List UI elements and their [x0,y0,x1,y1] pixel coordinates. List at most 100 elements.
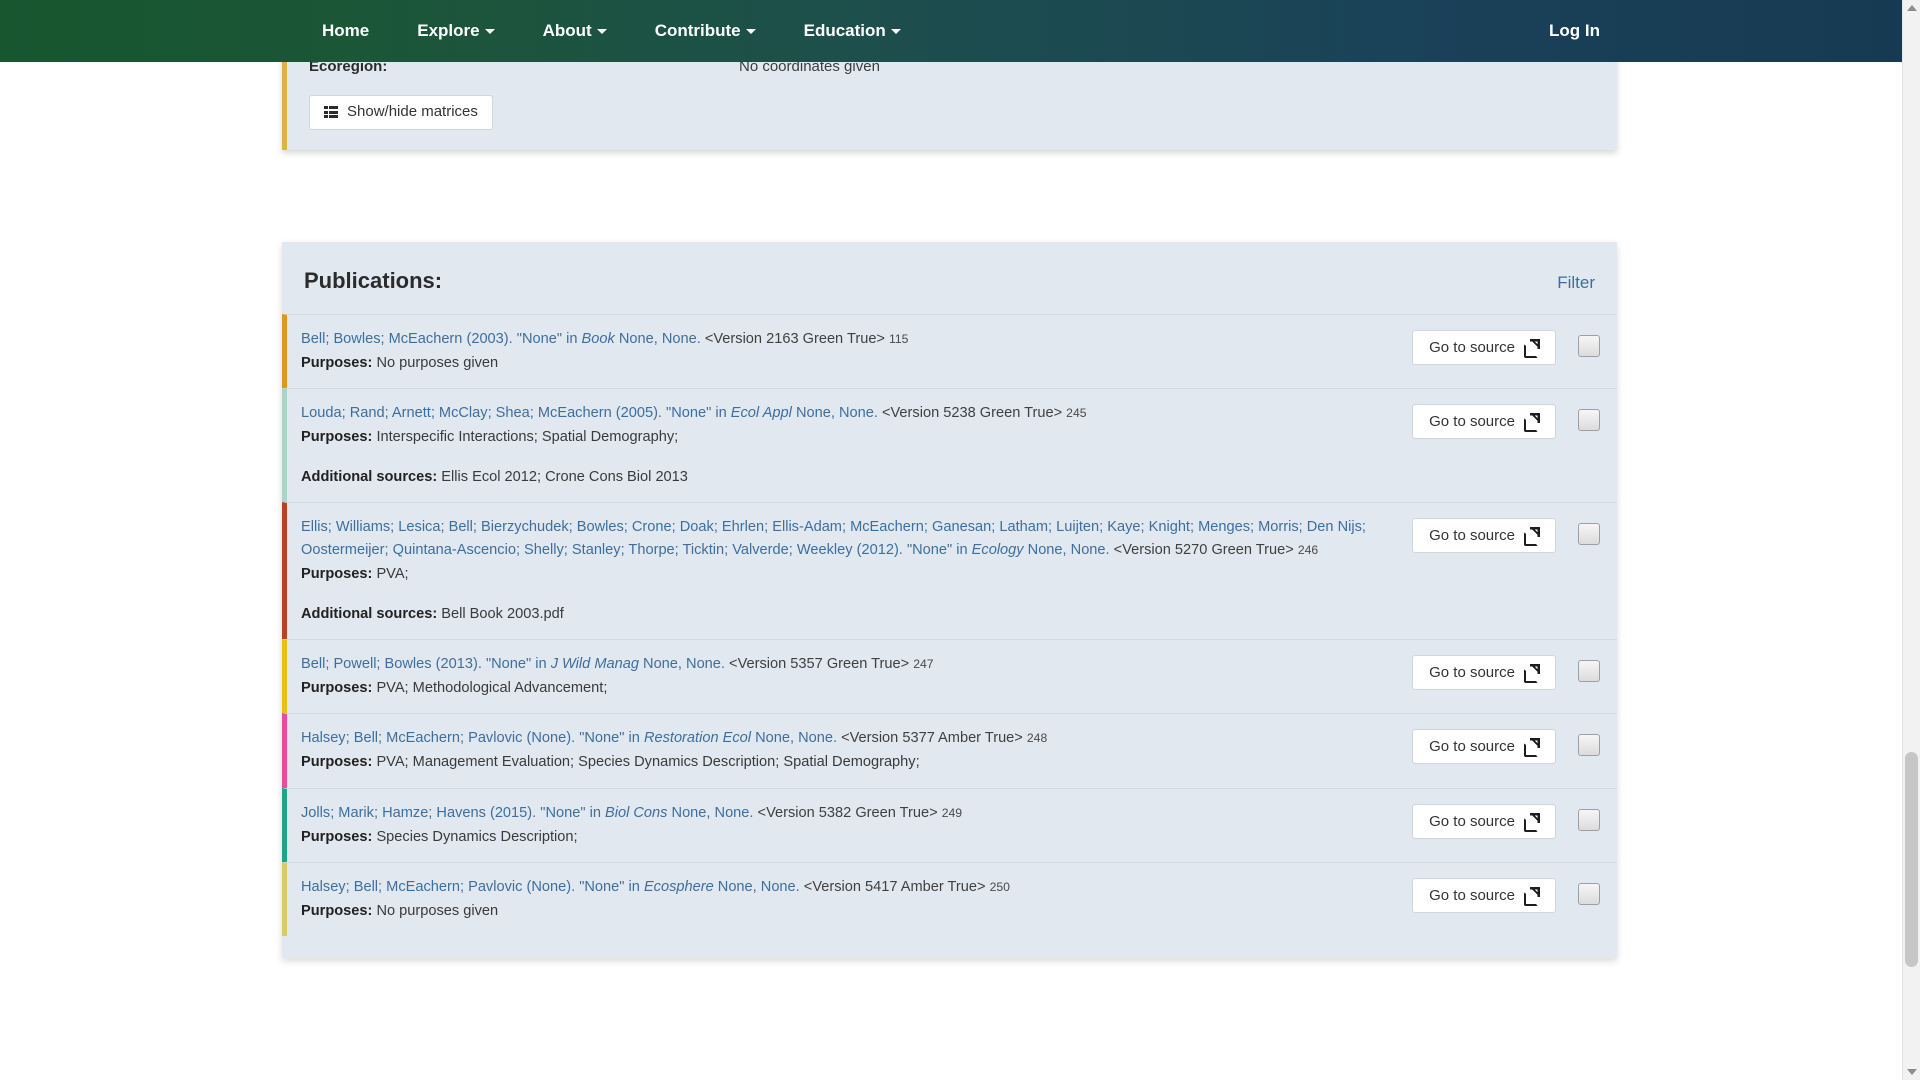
publication-purposes: Purposes: No purposes given [301,900,1370,923]
go-to-source-button[interactable]: Go to source [1412,729,1556,764]
go-to-source-button[interactable]: Go to source [1412,330,1556,365]
external-link-icon [1524,528,1539,543]
scrollbar-thumb[interactable] [1905,752,1918,967]
purposes-value: No purposes given [376,903,498,919]
publication-body: Louda; Rand; Arnett; McClay; Shea; McEac… [301,402,1388,489]
publications-header: Publications: Filter [282,242,1617,314]
publication-actions: Go to source [1388,876,1603,913]
publication-journal-tail: None, None. [672,805,754,821]
publication-select-checkbox[interactable] [1578,809,1600,831]
nav-right: Log In [1525,0,1624,62]
scroll-up-arrow-icon[interactable] [1903,0,1920,18]
publication-in-word: in [715,405,726,421]
publication-authors: Bell; Bowles; McEachern (2003). [301,331,513,347]
chevron-down-icon [891,29,901,34]
publication-actions: Go to source [1388,653,1603,690]
publication-journal-tail: None, None. [755,730,837,746]
publications-panel: Publications: Filter Bell; Bowles; McEac… [282,242,1617,958]
publication-select-checkbox[interactable] [1578,883,1600,905]
purposes-value: PVA; Management Evaluation; Species Dyna… [376,754,919,770]
publication-in-word: in [629,879,640,895]
publication-body: Jolls; Marik; Hamze; Havens (2015). "Non… [301,802,1388,849]
publication-row: Louda; Rand; Arnett; McClay; Shea; McEac… [282,388,1617,502]
publication-row: Ellis; Williams; Lesica; Bell; Bierzychu… [282,502,1617,639]
publication-body: Bell; Bowles; McEachern (2003). "None" i… [301,328,1388,375]
purposes-value: Species Dynamics Description; [376,829,577,845]
nav-item-contribute[interactable]: Contribute [631,0,780,62]
publication-journal: Ecology [972,542,1024,558]
publication-purposes: Purposes: PVA; Management Evaluation; Sp… [301,751,1370,774]
publication-version: <Version 5377 Amber True> [841,730,1023,746]
publication-citation[interactable]: Halsey; Bell; McEachern; Pavlovic (None)… [301,876,1370,899]
publication-version: <Version 5382 Green True> [758,805,938,821]
list-icon [324,106,338,118]
publication-select-checkbox[interactable] [1578,734,1600,756]
publication-select-checkbox[interactable] [1578,335,1600,357]
purposes-label: Purposes: [301,566,372,582]
publication-citation[interactable]: Bell; Bowles; McEachern (2003). "None" i… [301,328,1370,351]
additional-sources-label: Additional sources: [301,606,437,622]
publication-actions: Go to source [1388,727,1603,764]
external-link-icon [1524,665,1539,680]
external-link-icon [1524,340,1539,355]
go-to-source-label: Go to source [1429,413,1515,430]
publication-authors: Bell; Powell; Bowles (2013). [301,656,482,672]
publication-row: Bell; Powell; Bowles (2013). "None" in J… [282,639,1617,713]
publication-citation[interactable]: Bell; Powell; Bowles (2013). "None" in J… [301,653,1370,676]
publication-citation[interactable]: Louda; Rand; Arnett; McClay; Shea; McEac… [301,402,1370,425]
publication-additional-sources: Additional sources: Ellis Ecol 2012; Cro… [301,466,1370,489]
nav-item-education[interactable]: Education [780,0,925,62]
ecoregion-row: Ecoregion: No coordinates given [287,62,1617,87]
publication-purposes: Purposes: No purposes given [301,352,1370,375]
go-to-source-label: Go to source [1429,664,1515,681]
go-to-source-button[interactable]: Go to source [1412,404,1556,439]
publication-in-word: in [590,805,601,821]
publication-quoted-title: "None" [517,331,562,347]
publication-in-word: in [629,730,640,746]
purposes-label: Purposes: [301,903,372,919]
go-to-source-button[interactable]: Go to source [1412,655,1556,690]
publication-journal: Book [582,331,615,347]
nav-item-contribute-label: Contribute [655,21,741,40]
go-to-source-label: Go to source [1429,527,1515,544]
nav-item-explore[interactable]: Explore [393,0,518,62]
nav-links: Home Explore About Contribute Education [298,0,925,62]
publication-journal-tail: None, None. [1028,542,1110,558]
publication-citation[interactable]: Halsey; Bell; McEachern; Pavlovic (None)… [301,727,1370,750]
publication-quoted-title: "None" [579,879,624,895]
purposes-value: PVA; [376,566,408,582]
additional-sources-value: Ellis Ecol 2012; Crone Cons Biol 2013 [441,469,688,485]
publication-purposes: Purposes: PVA; Methodological Advancemen… [301,677,1370,700]
publication-citation[interactable]: Ellis; Williams; Lesica; Bell; Bierzychu… [301,516,1370,562]
login-button[interactable]: Log In [1525,0,1624,62]
publication-version: <Version 5270 Green True> [1114,542,1294,558]
filter-link[interactable]: Filter [1557,273,1595,293]
purposes-value: Interspecific Interactions; Spatial Demo… [376,429,678,445]
publication-select-checkbox[interactable] [1578,660,1600,682]
show-hide-matrices-button[interactable]: Show/hide matrices [309,95,493,130]
publication-select-checkbox[interactable] [1578,409,1600,431]
publication-body: Ellis; Williams; Lesica; Bell; Bierzychu… [301,516,1388,626]
nav-item-about[interactable]: About [519,0,631,62]
publication-select-checkbox[interactable] [1578,523,1600,545]
top-navigation-bar: Home Explore About Contribute Education … [0,0,1920,62]
go-to-source-button[interactable]: Go to source [1412,518,1556,553]
publication-purposes: Purposes: Species Dynamics Description; [301,826,1370,849]
publication-journal: Ecol Appl [731,405,792,421]
publication-version-id: 249 [942,806,962,820]
nav-item-home[interactable]: Home [298,0,393,62]
page-scrollbar[interactable] [1902,0,1920,1080]
scroll-down-arrow-icon[interactable] [1903,1062,1920,1080]
additional-sources-label: Additional sources: [301,469,437,485]
publication-body: Halsey; Bell; McEachern; Pavlovic (None)… [301,727,1388,774]
publication-additional-sources: Additional sources: Bell Book 2003.pdf [301,603,1370,626]
publication-citation[interactable]: Jolls; Marik; Hamze; Havens (2015). "Non… [301,802,1370,825]
publication-authors: Halsey; Bell; McEachern; Pavlovic (None)… [301,730,575,746]
go-to-source-button[interactable]: Go to source [1412,878,1556,913]
publication-purposes: Purposes: Interspecific Interactions; Sp… [301,426,1370,449]
nav-item-home-label: Home [322,21,369,40]
publication-version: <Version 2163 Green True> [705,331,885,347]
additional-sources-value: Bell Book 2003.pdf [441,606,564,622]
publication-authors: Louda; Rand; Arnett; McClay; Shea; McEac… [301,405,662,421]
go-to-source-button[interactable]: Go to source [1412,804,1556,839]
